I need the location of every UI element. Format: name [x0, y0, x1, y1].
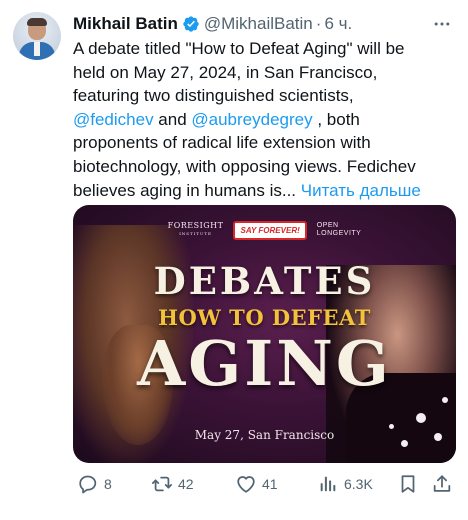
share-icon [433, 475, 451, 492]
retweet-icon [151, 476, 173, 492]
separator-dot: · [315, 14, 322, 33]
text-fragment: believes aging in humans is... [73, 180, 301, 200]
reply-icon [79, 475, 97, 494]
text-fragment: and [153, 109, 192, 129]
like-icon [237, 476, 255, 493]
poster-title-debates: DEBATES [153, 259, 376, 303]
retweet-count: 42 [178, 476, 194, 492]
like-count: 41 [262, 476, 278, 492]
author-name[interactable]: Mikhail Batin [73, 14, 178, 34]
tweet-text-line: proponents of radical life extension wit… [73, 133, 371, 153]
retweet-button[interactable]: 42 [151, 472, 194, 496]
bookmark-button[interactable] [397, 472, 424, 496]
views-button[interactable]: 6.3K [317, 472, 373, 496]
bookmark-icon [401, 475, 415, 493]
tweet-image[interactable]: FORESIGHT INSTITUTE SAY FOREVER! OPEN LONG… [73, 205, 456, 463]
tweet-text-line: featuring two distinguished scientists, [73, 86, 354, 106]
timestamp[interactable]: 6 ч. [324, 14, 352, 34]
foresight-logo: FORESIGHT INSTITUTE [167, 221, 224, 237]
like-button[interactable]: 41 [235, 472, 278, 496]
poster-title-aging: AGING [137, 327, 392, 400]
verified-badge-icon [182, 15, 200, 33]
say-forever-logo: SAY FOREVER! [233, 220, 307, 240]
views-icon [320, 476, 336, 492]
tweet-text-line: biotechnology, with opposing views. Fedi… [73, 156, 416, 176]
more-icon[interactable] [430, 12, 454, 36]
read-more-link[interactable]: Читать дальше [301, 181, 421, 200]
open-longevity-logo: OPEN LONGEVITY [316, 222, 362, 237]
poster-logos: FORESIGHT INSTITUTE SAY FOREVER! OPEN LONG… [73, 217, 456, 243]
mention-aubreydegrey[interactable]: @aubreydegrey [191, 110, 312, 129]
tweet-text-line: held on May 27, 2024, in San Francisco, [73, 62, 378, 82]
tweet-header: Mikhail Batin @MikhailBatin · 6 ч. [73, 12, 352, 36]
author-handle[interactable]: @MikhailBatin [204, 14, 313, 34]
reply-count: 8 [104, 476, 112, 492]
tweet-text-line: believes aging in humans is... Читать да… [73, 179, 453, 203]
tweet-text-line: A debate titled "How to Defeat Aging" wi… [73, 39, 405, 58]
poster-date-place: May 27, San Francisco [194, 428, 335, 442]
share-button[interactable] [431, 472, 458, 496]
text-fragment: , both [312, 109, 360, 129]
mention-fedichev[interactable]: @fedichev [73, 110, 154, 129]
tweet-card[interactable]: Mikhail Batin @MikhailBatin · 6 ч. A deb… [0, 0, 468, 520]
reply-button[interactable]: 8 [77, 472, 112, 496]
action-bar: 8 42 41 6.3K [73, 472, 453, 496]
tweet-text-line: @fedichev and @aubreydegrey , both [73, 108, 453, 132]
avatar[interactable] [13, 12, 61, 60]
views-count: 6.3K [344, 476, 373, 492]
tweet-text: A debate titled "How to Defeat Aging" wi… [73, 37, 453, 202]
